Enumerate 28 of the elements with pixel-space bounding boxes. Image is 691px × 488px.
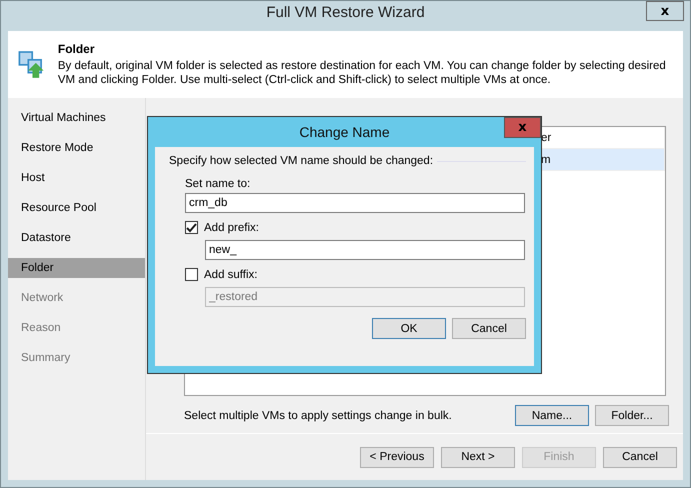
wizard-button[interactable]: Cancel (603, 446, 677, 468)
wizard-button[interactable]: < Previous (360, 446, 434, 468)
dialog-prompt: Specify how selected VM name should be changed: (169, 155, 434, 167)
field-label: Set name to: (185, 178, 252, 190)
wizard-step[interactable]: Virtual Machines (8, 108, 145, 128)
affix-field[interactable]: new_ (205, 240, 525, 260)
wizard-step[interactable]: Restore Mode (8, 138, 145, 158)
wizard-button[interactable]: Next > (441, 446, 515, 468)
dialog-title: Change Name (299, 124, 390, 140)
page-title: Folder (58, 42, 96, 56)
checkbox[interactable] (185, 268, 198, 281)
close-button[interactable]: x (646, 1, 684, 21)
wizard-step[interactable]: Resource Pool (8, 198, 145, 218)
wizard-step[interactable]: Folder (8, 258, 145, 278)
checkbox[interactable] (185, 221, 198, 234)
checkbox-label: Add prefix: (204, 222, 259, 234)
dialog-button[interactable]: Cancel (452, 318, 526, 339)
page-description: By default, original VM folder is selected as restore destination for each VM. You can change folder by selecting desired VM and clicking Folder. Use multi-select (Ctrl-click and Shift-click) to select multiple VMs at once. (58, 59, 667, 87)
hint-text: Select multiple VMs to apply settings change in bulk. (184, 410, 453, 422)
name-field[interactable]: crm_db (185, 193, 525, 213)
dialog-button[interactable]: OK (372, 318, 446, 339)
checkbox-label: Add suffix: (204, 268, 258, 280)
panel-button[interactable]: Folder... (595, 405, 669, 426)
wizard-step[interactable]: Host (8, 168, 145, 188)
wizard-step[interactable]: Datastore (8, 228, 145, 248)
close-button[interactable]: x (504, 117, 541, 138)
panel-button[interactable]: Name... (515, 405, 589, 426)
window-title: Full VM Restore Wizard (266, 4, 425, 20)
